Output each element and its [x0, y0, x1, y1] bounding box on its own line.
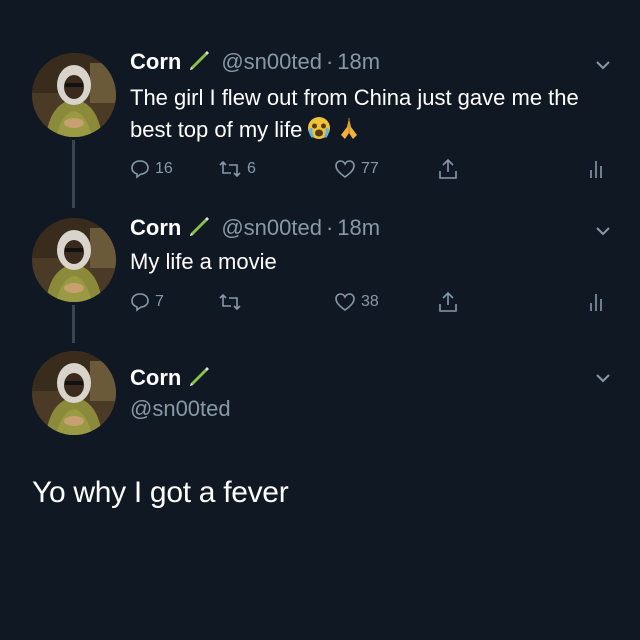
pen-icon [187, 365, 211, 395]
tweet-header: Corn [130, 365, 221, 395]
handle[interactable]: @sn00ted [130, 396, 231, 422]
display-name[interactable]: Corn [130, 365, 181, 390]
tweet-3-main[interactable]: Corn @sn00ted Yo why I got a fever [0, 0, 640, 640]
avatar[interactable] [32, 351, 116, 435]
main-tweet-text: Yo why I got a fever [32, 476, 289, 509]
tweet-thread-screen: Corn @sn00ted · 18m The girl I flew out fro… [0, 0, 640, 640]
chevron-down-icon[interactable] [594, 369, 612, 387]
